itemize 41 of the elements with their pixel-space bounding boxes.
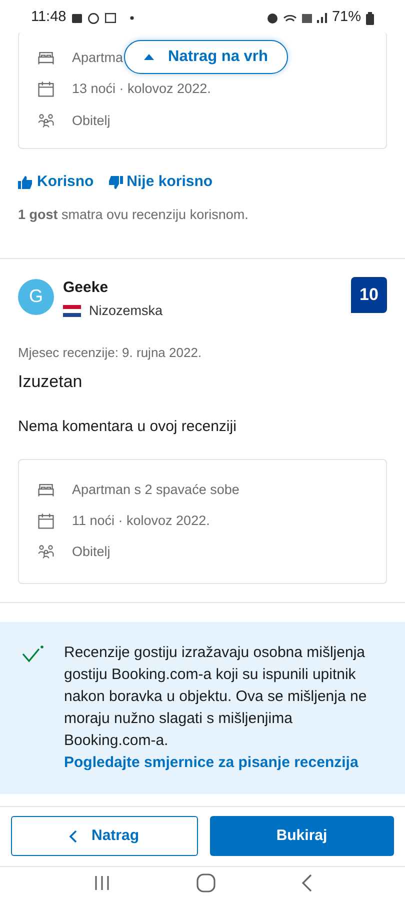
review-date: Mjesec recenzije: 9. rujna 2022. — [18, 344, 203, 362]
check-icon — [22, 644, 44, 662]
stay-detail: 11 noći · kolovoz 2022. — [72, 512, 210, 530]
calendar-icon — [37, 80, 55, 98]
book-button[interactable]: Bukiraj — [210, 816, 394, 856]
stay-detail: 13 noći · kolovoz 2022. — [72, 80, 211, 98]
helpful-button[interactable]: Korisno — [18, 170, 94, 194]
reviewer-country: Nizozemska — [89, 302, 163, 320]
avatar: G — [18, 278, 54, 314]
caret-up-icon — [144, 54, 154, 60]
signal-icon — [316, 13, 327, 23]
back-to-top-button[interactable]: Natrag na vrh — [124, 40, 288, 74]
wifi-icon — [282, 14, 297, 22]
stay-detail: Apartma — [72, 49, 124, 67]
helpful-count: 1 gost smatra ovu recenziju korisnom. — [18, 206, 250, 224]
back-button[interactable]: Natrag — [11, 816, 198, 856]
people-icon — [37, 112, 55, 130]
stay-detail: Obitelj — [72, 543, 110, 562]
stay-detail: Obitelj — [72, 112, 110, 130]
thumbs-down-icon — [108, 176, 123, 188]
chevron-left-icon — [69, 830, 78, 842]
battery-percent: 71% — [332, 8, 361, 28]
dot-icon — [130, 16, 134, 20]
review-comment: Nema komentara u ovoj recenziji — [18, 417, 238, 438]
flag-icon — [63, 305, 81, 318]
home-icon[interactable] — [196, 873, 216, 894]
thumbs-up-icon — [18, 176, 33, 188]
stay-detail: Apartman s 2 spavaće sobe — [72, 480, 240, 499]
back-icon[interactable] — [300, 874, 312, 892]
notice-text: Recenzije gostiju izražavaju osobna mišljenja gostiju Booking.com-a koji su ispunili upitnik nakon boravka u objektu. Ova se mišljenja ne moraju nužno slagati s mišljenjima Booking.com-a. — [64, 642, 368, 750]
guidelines-link[interactable]: Pogledajte smjernice za pisanje recenzija — [64, 752, 383, 774]
recent-apps-icon[interactable] — [92, 875, 110, 892]
bed-icon — [37, 49, 55, 68]
not-helpful-button[interactable]: Nije korisno — [108, 170, 213, 194]
review-title: Izuzetan — [18, 370, 84, 393]
reviewer-name: Geeke — [63, 278, 110, 298]
people-icon — [37, 543, 55, 562]
battery-icon — [366, 12, 374, 24]
status-time: 11:48 — [31, 8, 66, 28]
calendar-icon — [37, 512, 55, 530]
score-badge: 10 — [351, 276, 387, 312]
